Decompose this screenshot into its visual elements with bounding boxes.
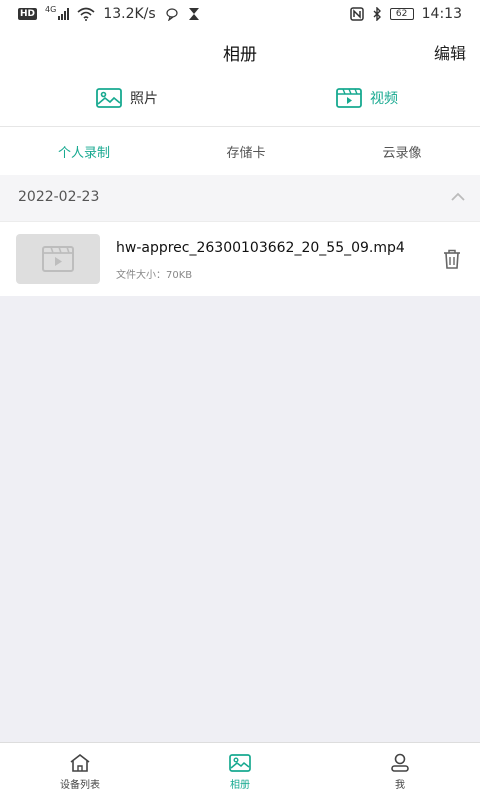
network-type: 4G bbox=[45, 4, 57, 14]
tab-memory-card[interactable]: 存储卡 bbox=[226, 142, 265, 161]
nav-album-label: 相册 bbox=[230, 780, 250, 791]
image-icon bbox=[96, 88, 122, 108]
video-placeholder-icon bbox=[42, 246, 74, 272]
app-header: 相册 编辑 bbox=[0, 28, 480, 74]
hourglass-icon bbox=[188, 8, 199, 20]
tab-videos[interactable]: 视频 bbox=[336, 88, 398, 108]
edit-button[interactable]: 编辑 bbox=[434, 40, 466, 64]
bottom-nav: 设备列表 相册 我 bbox=[0, 742, 480, 801]
nav-album[interactable]: 相册 bbox=[229, 753, 251, 791]
image-icon bbox=[229, 754, 251, 772]
nav-device-list-label: 设备列表 bbox=[60, 780, 100, 791]
tab-photos[interactable]: 照片 bbox=[96, 88, 158, 108]
clock: 14:13 bbox=[421, 6, 462, 22]
nav-me-label: 我 bbox=[395, 780, 405, 791]
hd-badge: HD bbox=[18, 8, 38, 20]
tab-videos-label: 视频 bbox=[370, 91, 398, 107]
video-icon bbox=[336, 88, 362, 108]
signal-icon bbox=[58, 8, 70, 20]
file-name: hw-apprec_26300103662_20_55_09.mp4 bbox=[116, 240, 405, 256]
date-group-header[interactable]: 2022-02-23 bbox=[0, 175, 480, 222]
tab-photos-label: 照片 bbox=[130, 91, 158, 107]
status-right: 62 14:13 bbox=[349, 6, 462, 22]
chevron-up-icon[interactable] bbox=[450, 189, 466, 205]
tab-personal-recording[interactable]: 个人录制 bbox=[58, 142, 110, 161]
network-speed: 13.2K/s bbox=[103, 6, 156, 22]
battery-icon: 62 bbox=[389, 8, 414, 20]
battery-level: 62 bbox=[395, 9, 408, 19]
nav-device-list[interactable]: 设备列表 bbox=[60, 753, 100, 791]
video-thumbnail[interactable] bbox=[16, 234, 100, 284]
page-title: 相册 bbox=[223, 45, 257, 65]
file-size: 文件大小：70KB bbox=[116, 270, 193, 281]
nav-me[interactable]: 我 bbox=[389, 753, 411, 791]
chat-notification-icon bbox=[166, 8, 178, 21]
status-bar: HD 4G 13.2K/s 62 14:13 bbox=[0, 0, 480, 28]
trash-icon[interactable] bbox=[442, 248, 462, 270]
group-date: 2022-02-23 bbox=[18, 189, 100, 205]
nfc-icon bbox=[349, 7, 364, 21]
media-tabs: 照片 视频 bbox=[0, 74, 480, 127]
tab-cloud-recording[interactable]: 云录像 bbox=[382, 142, 421, 161]
status-left: HD 4G 13.2K/s bbox=[18, 4, 200, 22]
user-icon bbox=[391, 753, 409, 772]
list-item[interactable]: hw-apprec_26300103662_20_55_09.mp4 文件大小：… bbox=[0, 222, 480, 296]
source-tabs: 个人录制 存储卡 云录像 bbox=[0, 127, 480, 175]
home-icon bbox=[70, 753, 90, 772]
wifi-icon bbox=[77, 7, 95, 21]
bluetooth-icon bbox=[373, 7, 381, 21]
